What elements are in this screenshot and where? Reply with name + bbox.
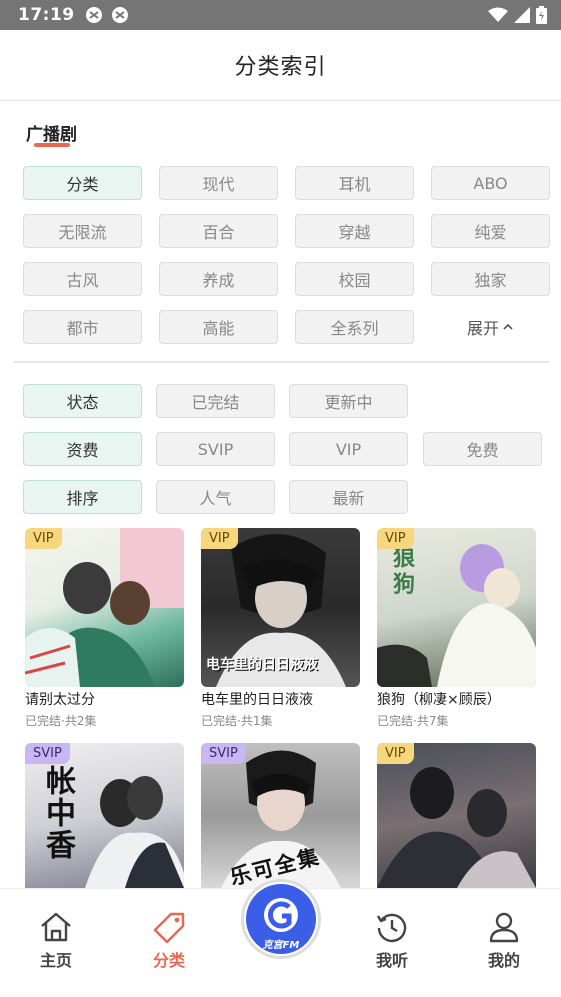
filter-label-sort: 排序 [23,480,142,514]
app-logo: 克宫FM [246,884,316,954]
home-icon [41,912,71,942]
nav-mine[interactable]: 我的 [474,911,534,971]
logo-icon [264,898,298,932]
cover-image[interactable]: 狼狗 VIP [377,528,536,687]
cover-art-text: 狼狗 [389,546,414,598]
page-header: 分类索引 [0,30,561,101]
category-chip[interactable]: 全系列 [295,310,414,344]
wifi-icon [488,7,508,22]
cover-image[interactable]: VIP [377,743,536,888]
filter-chip-vip[interactable]: VIP [289,432,408,466]
drama-card[interactable]: 狼狗 VIP 狼狗（柳凄×顾辰） 已完结·共7集 [377,528,536,729]
card-subtitle: 已完结·共7集 [377,714,449,728]
section-underline [34,143,70,147]
card-title[interactable]: 狼狗（柳凄×顾辰） [377,689,536,709]
nav-home-label: 主页 [39,951,72,970]
card-title[interactable]: 电车里的日日液液 [201,689,360,709]
category-chip[interactable]: 古风 [23,262,142,296]
nav-listened-label: 我听 [375,951,408,970]
svip-badge: SVIP [25,743,70,764]
chevron-up-icon [503,323,513,330]
filter-chip-popular[interactable]: 人气 [156,480,275,514]
card-subtitle: 已完结·共2集 [25,714,97,728]
category-chip[interactable]: 耳机 [295,166,414,200]
category-chip[interactable]: 无限流 [23,214,142,248]
divider [14,361,549,363]
vip-badge: VIP [377,528,414,549]
vip-badge: VIP [201,528,238,549]
notification-icon [111,7,128,23]
cover-image[interactable]: 电车里的日日液液 VIP [201,528,360,687]
cover-image[interactable]: 乐可全集 SVIP [201,743,360,888]
category-chip[interactable]: ABO [431,166,550,200]
cover-art-text: 帐中香 [40,765,75,861]
vip-badge: VIP [25,528,62,549]
card-title[interactable]: 请别太过分 [25,689,184,709]
filter-chip-completed[interactable]: 已完结 [156,384,275,418]
vip-badge: VIP [377,743,414,764]
filter-chip-updating[interactable]: 更新中 [289,384,408,418]
status-bar: 17:19 [0,0,561,30]
drama-card[interactable]: 电车里的日日液液 VIP 电车里的日日液液 已完结·共1集 [201,528,360,729]
filter-chip-free[interactable]: 免费 [423,432,542,466]
drama-card[interactable]: 帐中香 SVIP [25,743,184,888]
nav-category-label: 分类 [152,951,185,970]
category-chip[interactable]: 独家 [431,262,550,296]
drama-card[interactable]: 乐可全集 SVIP [201,743,360,888]
expand-label: 展开 [466,319,499,338]
card-subtitle: 已完结·共1集 [201,714,273,728]
nav-home[interactable]: 主页 [26,911,86,971]
nav-mine-label: 我的 [487,951,520,970]
battery-icon [536,6,547,24]
notification-icon [85,7,102,23]
cover-image[interactable]: VIP [25,528,184,687]
category-chip[interactable]: 高能 [159,310,278,344]
svip-badge: SVIP [201,743,246,764]
cover-art-text: 电车里的日日液液 [206,657,318,673]
page-title: 分类索引 [234,55,327,80]
center-play-button[interactable]: 克宫FM [241,879,321,959]
filter-label-status: 状态 [23,384,142,418]
category-chip[interactable]: 百合 [159,214,278,248]
category-chip[interactable]: 穿越 [295,214,414,248]
logo-text: 克宫FM [262,940,300,951]
user-icon [489,912,519,943]
category-chip[interactable]: 纯爱 [431,214,550,248]
bottom-navigation: 主页 分类 克宫FM 我听 我的 [0,879,561,997]
drama-card[interactable]: VIP [377,743,536,888]
status-time: 17:19 [18,5,75,25]
category-chip[interactable]: 现代 [159,166,278,200]
expand-button[interactable]: 展开 [431,310,550,344]
section-title[interactable]: 广播剧 [26,120,77,145]
history-clock-icon [376,913,407,943]
cover-image[interactable]: 帐中香 SVIP [25,743,184,888]
category-chip[interactable]: 养成 [159,262,278,296]
category-chip[interactable]: 分类 [23,166,142,200]
drama-card[interactable]: VIP 请别太过分 已完结·共2集 [25,528,184,729]
nav-category[interactable]: 分类 [139,911,199,971]
filter-label-fee: 资费 [23,432,142,466]
filter-chip-svip[interactable]: SVIP [156,432,275,466]
category-chip[interactable]: 都市 [23,310,142,344]
filter-chip-latest[interactable]: 最新 [289,480,408,514]
nav-listened[interactable]: 我听 [362,911,422,971]
category-chip[interactable]: 校园 [295,262,414,296]
tag-icon [153,912,185,943]
signal-icon [514,7,530,23]
